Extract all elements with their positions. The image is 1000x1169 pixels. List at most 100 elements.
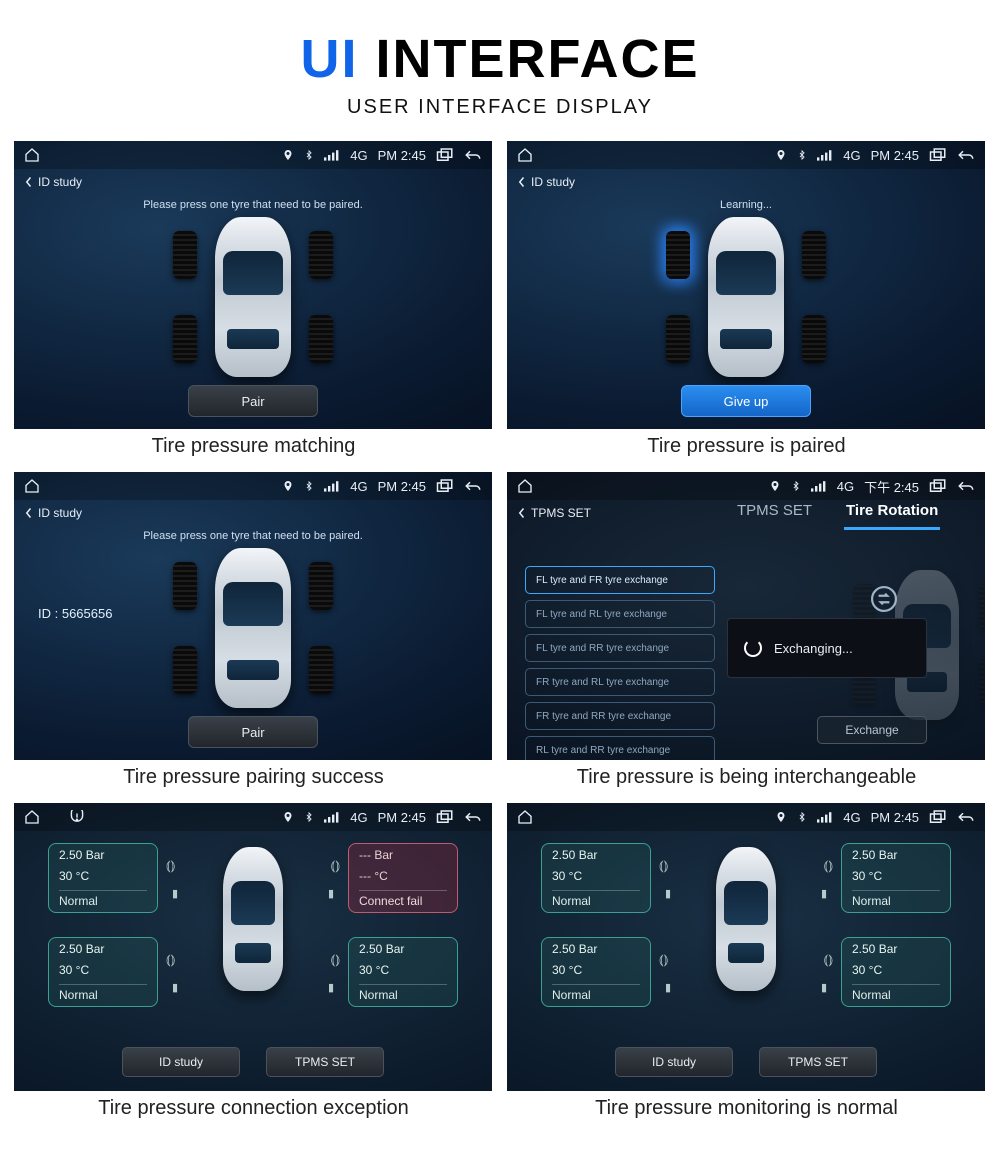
recents-icon[interactable] xyxy=(436,148,454,162)
list-item[interactable]: FL tyre and RR tyre exchange xyxy=(525,634,715,662)
network-label: 4G xyxy=(350,479,367,494)
reading-fl: 2.50 Bar30 °CNormal xyxy=(541,843,651,913)
back-label: ID study xyxy=(531,175,575,189)
screen-pair-success: 4G PM 2:45 ID study Please press one tyr… xyxy=(14,472,492,760)
home-icon[interactable] xyxy=(24,147,40,163)
recents-icon[interactable] xyxy=(929,479,947,493)
back-icon[interactable] xyxy=(464,148,482,162)
instruction-text: Learning... xyxy=(507,199,985,211)
tire-rl[interactable] xyxy=(173,315,197,363)
time-label: PM 2:45 xyxy=(378,148,426,163)
tpms-set-button[interactable]: TPMS SET xyxy=(759,1047,877,1077)
pair-button[interactable]: Pair xyxy=(188,385,318,417)
tire-rr[interactable] xyxy=(309,315,333,363)
signal-waves-icon: ⦅⦆ xyxy=(659,951,668,968)
signal-waves-icon: ⦅⦆ xyxy=(331,857,340,874)
signal-waves-icon: ⦅⦆ xyxy=(166,857,175,874)
tire-rr[interactable] xyxy=(309,646,333,694)
giveup-button[interactable]: Give up xyxy=(681,385,811,417)
back-icon[interactable] xyxy=(464,810,482,824)
location-icon xyxy=(769,479,781,493)
back-label: ID study xyxy=(38,506,82,520)
tire-fr xyxy=(979,584,985,630)
bluetooth-icon xyxy=(304,810,314,824)
back-row[interactable]: ID study xyxy=(14,169,492,195)
caption: Tire pressure matching xyxy=(14,429,493,460)
exchange-button[interactable]: Exchange xyxy=(817,716,927,744)
bluetooth-icon xyxy=(797,810,807,824)
tire-fl[interactable] xyxy=(173,231,197,279)
tire-fr[interactable] xyxy=(802,231,826,279)
exchanging-modal: Exchanging... xyxy=(727,618,927,678)
tire-rr[interactable] xyxy=(802,315,826,363)
time-label: PM 2:45 xyxy=(871,148,919,163)
home-icon[interactable] xyxy=(517,809,533,825)
sensor-id: ID : 5665656 xyxy=(38,606,112,621)
page-subtitle: USER INTERFACE DISPLAY xyxy=(0,96,1000,119)
reading-rl: 2.50 Bar30 °CNormal xyxy=(48,937,158,1007)
tire-fl[interactable] xyxy=(666,231,690,279)
home-icon[interactable] xyxy=(517,478,533,494)
signal-waves-icon: ⦅⦆ xyxy=(331,951,340,968)
car-graphic xyxy=(708,217,784,377)
battery-icon: ▮ xyxy=(665,981,671,994)
swap-icon xyxy=(869,584,899,614)
page-title: UI INTERFACE xyxy=(0,28,1000,90)
car-graphic xyxy=(215,548,291,708)
time-label: PM 2:45 xyxy=(378,810,426,825)
back-icon[interactable] xyxy=(464,479,482,493)
back-icon[interactable] xyxy=(957,479,975,493)
home-icon[interactable] xyxy=(24,809,40,825)
home-icon[interactable] xyxy=(517,147,533,163)
tpms-set-button[interactable]: TPMS SET xyxy=(266,1047,384,1077)
back-row[interactable]: ID study xyxy=(14,500,492,526)
recents-icon[interactable] xyxy=(436,479,454,493)
network-label: 4G xyxy=(350,810,367,825)
screen-exception: 4G PM 2:45 2.50 Bar30 °CNormal --- Bar--… xyxy=(14,803,492,1091)
tire-fl[interactable] xyxy=(173,562,197,610)
list-item[interactable]: FL tyre and RL tyre exchange xyxy=(525,600,715,628)
signal-waves-icon: ⦅⦆ xyxy=(824,857,833,874)
back-icon[interactable] xyxy=(957,810,975,824)
caption: Tire pressure monitoring is normal xyxy=(507,1091,986,1122)
recents-icon[interactable] xyxy=(929,148,947,162)
pair-button[interactable]: Pair xyxy=(188,716,318,748)
battery-icon: ▮ xyxy=(328,887,334,900)
list-item[interactable]: FL tyre and FR tyre exchange xyxy=(525,566,715,594)
network-label: 4G xyxy=(843,148,860,163)
network-label: 4G xyxy=(350,148,367,163)
location-icon xyxy=(775,148,787,162)
list-item[interactable]: FR tyre and RL tyre exchange xyxy=(525,668,715,696)
id-study-button[interactable]: ID study xyxy=(615,1047,733,1077)
status-bar: 4G PM 2:45 xyxy=(507,141,985,169)
battery-icon: ▮ xyxy=(821,981,827,994)
signal-icon xyxy=(817,149,833,161)
caption: Tire pressure pairing success xyxy=(14,760,493,791)
recents-icon[interactable] xyxy=(436,810,454,824)
reading-rl: 2.50 Bar30 °CNormal xyxy=(541,937,651,1007)
bluetooth-icon xyxy=(791,479,801,493)
id-study-button[interactable]: ID study xyxy=(122,1047,240,1077)
location-icon xyxy=(282,810,294,824)
tire-rl[interactable] xyxy=(666,315,690,363)
battery-icon: ▮ xyxy=(172,887,178,900)
tire-fr[interactable] xyxy=(309,231,333,279)
tire-fr[interactable] xyxy=(309,562,333,610)
back-row[interactable]: TPMS SET TPMS SET Tire Rotation xyxy=(507,500,985,526)
tire-rr xyxy=(979,660,985,706)
tire-rl[interactable] xyxy=(173,646,197,694)
list-item[interactable]: FR tyre and RR tyre exchange xyxy=(525,702,715,730)
bluetooth-icon xyxy=(797,148,807,162)
home-icon[interactable] xyxy=(24,478,40,494)
bluetooth-icon xyxy=(304,148,314,162)
caption: Tire pressure is paired xyxy=(507,429,986,460)
screen-pairing: 4G PM 2:45 ID study Please press one tyr… xyxy=(14,141,492,429)
chevron-left-icon xyxy=(24,507,34,519)
back-icon[interactable] xyxy=(957,148,975,162)
location-icon xyxy=(775,810,787,824)
back-row[interactable]: ID study xyxy=(507,169,985,195)
signal-icon xyxy=(324,811,340,823)
back-label: ID study xyxy=(38,175,82,189)
list-item[interactable]: RL tyre and RR tyre exchange xyxy=(525,736,715,760)
recents-icon[interactable] xyxy=(929,810,947,824)
